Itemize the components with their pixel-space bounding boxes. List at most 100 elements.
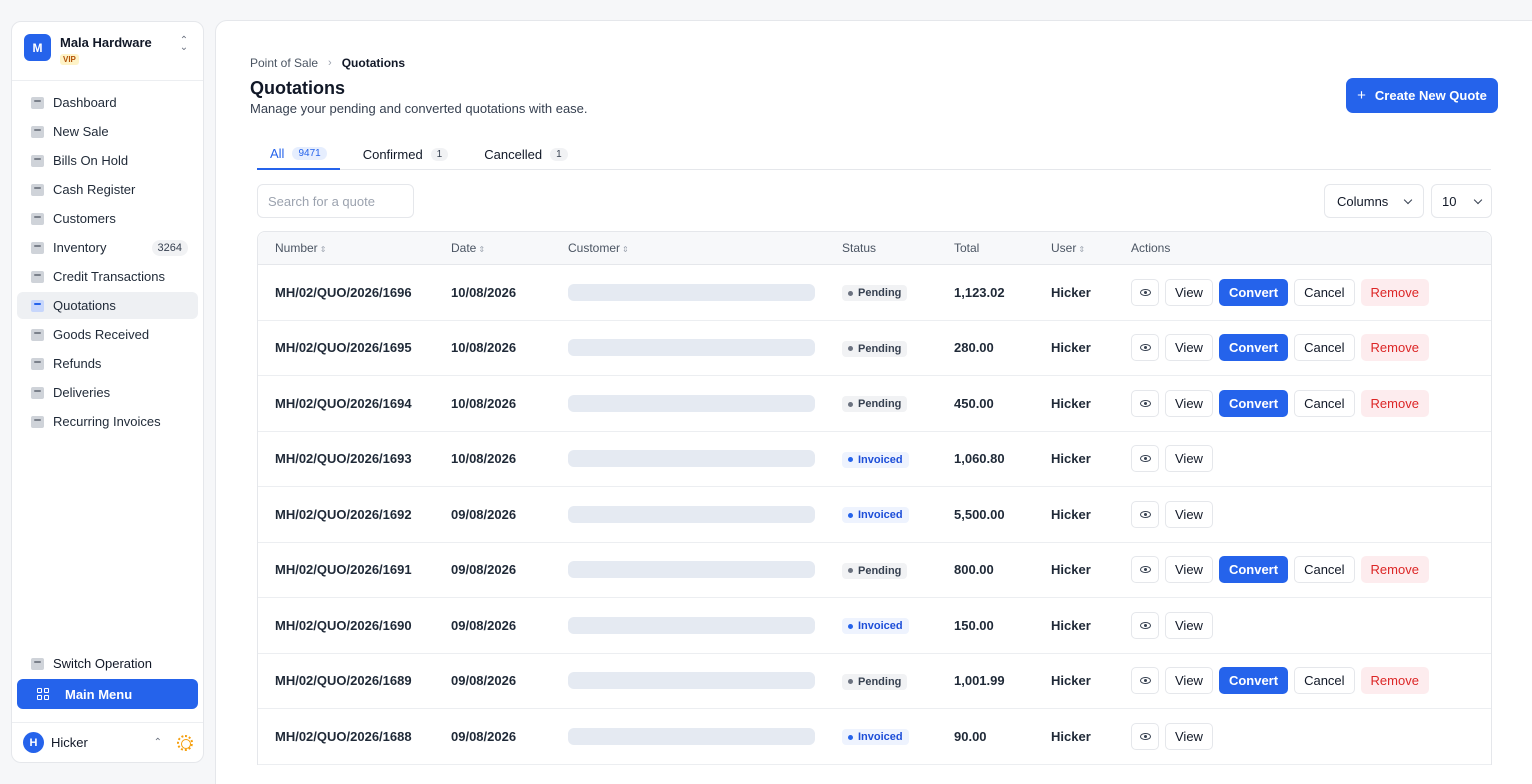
sidebar-item-quotations[interactable]: Quotations	[17, 292, 198, 319]
sidebar-item-inventory[interactable]: Inventory 3264	[17, 234, 198, 261]
switch-operation-item[interactable]: Switch Operation	[12, 650, 203, 677]
quote-number[interactable]: MH/02/QUO/2026/1693	[258, 451, 451, 466]
preview-button[interactable]	[1131, 334, 1159, 362]
tab-confirmed[interactable]: Confirmed 1	[350, 139, 462, 169]
convert-button[interactable]: Convert	[1218, 389, 1289, 417]
view-button[interactable]: View	[1165, 611, 1213, 639]
create-new-quote-button[interactable]: + Create New Quote	[1346, 78, 1498, 113]
sun-icon[interactable]	[177, 734, 193, 751]
tab-all[interactable]: All 9471	[257, 139, 340, 170]
sidebar-item-goods-received[interactable]: Goods Received	[17, 321, 198, 348]
header-date[interactable]: Date ⇕	[451, 241, 568, 255]
search-input[interactable]	[257, 184, 414, 218]
view-button[interactable]: View	[1165, 278, 1213, 306]
register-icon	[31, 183, 44, 196]
sidebar-item-label: Cash Register	[53, 182, 136, 197]
view-button[interactable]: View	[1165, 389, 1213, 417]
quote-number[interactable]: MH/02/QUO/2026/1690	[258, 618, 451, 633]
cancel-button[interactable]: Cancel	[1294, 556, 1355, 584]
cancel-button[interactable]: Cancel	[1294, 667, 1355, 695]
quote-total: 150.00	[954, 617, 994, 633]
user-name: Hicker	[51, 735, 88, 750]
status-cell: Invoiced	[842, 506, 954, 523]
preview-button[interactable]	[1131, 722, 1159, 750]
customer-cell	[568, 727, 842, 745]
eye-icon	[1139, 344, 1151, 352]
breadcrumb-parent[interactable]: Point of Sale	[250, 56, 318, 70]
preview-button[interactable]	[1131, 611, 1159, 639]
view-button[interactable]: View	[1165, 445, 1213, 473]
tab-label: All	[270, 146, 285, 161]
customer-cell	[568, 672, 842, 690]
customer-placeholder	[568, 450, 815, 468]
quote-number[interactable]: MH/02/QUO/2026/1694	[258, 396, 451, 411]
view-button[interactable]: View	[1165, 667, 1213, 695]
customer-placeholder	[568, 727, 815, 745]
status-label: Pending	[858, 287, 902, 299]
convert-button[interactable]: Convert	[1218, 278, 1289, 306]
sidebar-item-deliveries[interactable]: Deliveries	[17, 379, 198, 406]
quote-number[interactable]: MH/02/QUO/2026/1688	[258, 729, 451, 744]
eye-icon	[1139, 732, 1151, 740]
convert-button[interactable]: Convert	[1218, 556, 1289, 584]
cancel-button[interactable]: Cancel	[1294, 334, 1355, 362]
header-actions: Actions	[1131, 241, 1171, 255]
view-button[interactable]: View	[1165, 722, 1213, 750]
sidebar-item-dashboard[interactable]: Dashboard	[17, 89, 198, 116]
main-menu-button[interactable]: Main Menu	[17, 679, 198, 709]
preview-button[interactable]	[1131, 667, 1159, 695]
quote-date: 09/08/2026	[451, 506, 517, 522]
sidebar-item-refunds[interactable]: Refunds	[17, 350, 198, 377]
page-size-select[interactable]: 10	[1431, 184, 1492, 218]
preview-button[interactable]	[1131, 278, 1159, 306]
user-menu[interactable]: H Hicker ⌃	[12, 722, 203, 762]
header-customer[interactable]: Customer ⇕	[568, 241, 842, 255]
view-button[interactable]: View	[1165, 556, 1213, 584]
sidebar-item-cash-register[interactable]: Cash Register	[17, 176, 198, 203]
quote-date: 10/08/2026	[451, 451, 517, 467]
cancel-button[interactable]: Cancel	[1294, 278, 1355, 306]
preview-button[interactable]	[1131, 556, 1159, 584]
remove-button[interactable]: Remove	[1360, 334, 1429, 362]
view-button[interactable]: View	[1165, 334, 1213, 362]
sidebar-item-credit-transactions[interactable]: Credit Transactions	[17, 263, 198, 290]
remove-button[interactable]: Remove	[1360, 389, 1429, 417]
cancel-button[interactable]: Cancel	[1294, 389, 1355, 417]
quote-number[interactable]: MH/02/QUO/2026/1692	[258, 507, 451, 522]
sidebar-item-customers[interactable]: Customers	[17, 205, 198, 232]
header-user[interactable]: User ⇕	[1051, 241, 1131, 255]
quote-user: Hicker	[1051, 562, 1091, 578]
chevrons-up-down-icon[interactable]: ⌃ ⌄	[177, 36, 191, 53]
view-button[interactable]: View	[1165, 500, 1213, 528]
convert-button[interactable]: Convert	[1218, 667, 1289, 695]
tag-icon	[31, 125, 44, 138]
tab-cancelled[interactable]: Cancelled 1	[471, 139, 580, 169]
org-switcher[interactable]: M Mala Hardware VIP ⌃ ⌄	[12, 22, 203, 81]
quote-number[interactable]: MH/02/QUO/2026/1691	[258, 562, 451, 577]
convert-button[interactable]: Convert	[1218, 334, 1289, 362]
quote-number[interactable]: MH/02/QUO/2026/1696	[258, 285, 451, 300]
sidebar-item-recurring-invoices[interactable]: Recurring Invoices	[17, 408, 198, 435]
sidebar-item-new-sale[interactable]: New Sale	[17, 118, 198, 145]
page-subtitle: Manage your pending and converted quotat…	[250, 101, 588, 116]
preview-button[interactable]	[1131, 389, 1159, 417]
quote-icon	[31, 299, 44, 312]
org-badge: VIP	[60, 54, 79, 65]
quote-user: Hicker	[1051, 395, 1091, 411]
preview-button[interactable]	[1131, 445, 1159, 473]
columns-button[interactable]: Columns	[1324, 184, 1424, 218]
tabs: All 9471 Confirmed 1 Cancelled 1	[257, 139, 1491, 170]
quote-number[interactable]: MH/02/QUO/2026/1689	[258, 673, 451, 688]
header-number[interactable]: Number ⇕	[258, 241, 451, 255]
sidebar: M Mala Hardware VIP ⌃ ⌄ Dashboard New Sale…	[11, 21, 204, 763]
remove-button[interactable]: Remove	[1360, 556, 1429, 584]
remove-button[interactable]: Remove	[1360, 667, 1429, 695]
remove-button[interactable]: Remove	[1360, 278, 1429, 306]
quote-number[interactable]: MH/02/QUO/2026/1695	[258, 340, 451, 355]
customer-placeholder	[568, 672, 815, 690]
preview-button[interactable]	[1131, 500, 1159, 528]
sidebar-item-bills-on-hold[interactable]: Bills On Hold	[17, 147, 198, 174]
chevron-up-icon[interactable]: ⌃	[154, 737, 162, 748]
inventory-count-badge: 3264	[151, 239, 188, 256]
status-cell: Invoiced	[842, 617, 954, 634]
